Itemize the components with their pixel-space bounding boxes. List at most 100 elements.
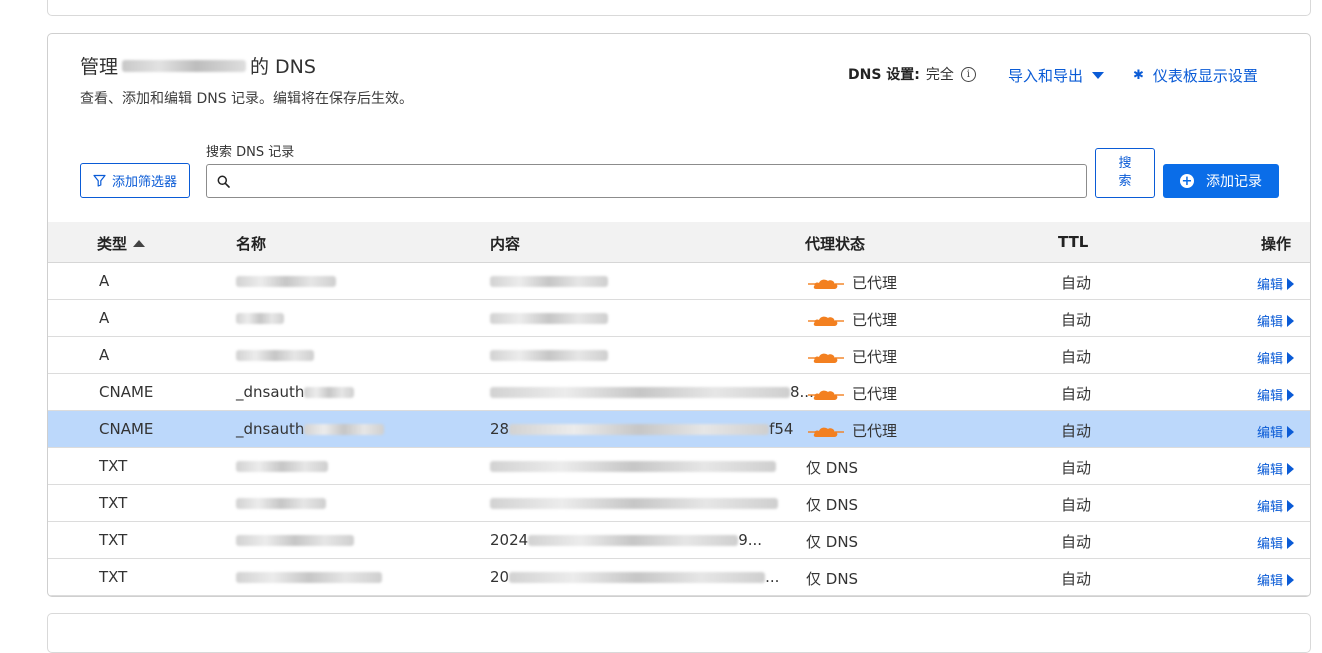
proxy-status: 已代理: [808, 383, 897, 404]
record-ttl: 自动: [1061, 533, 1092, 551]
page-subtitle: 查看、添加和编辑 DNS 记录。编辑将在保存后生效。: [80, 91, 414, 107]
cloud-proxied-icon: [808, 390, 844, 400]
redacted-content: [490, 498, 778, 509]
record-name: [236, 531, 354, 549]
record-content: [490, 309, 608, 327]
record-name: [236, 346, 314, 364]
col-actions-header: 操作: [1261, 235, 1292, 253]
table-row[interactable]: CNAME _dnsauth 28 f54 已代理 自动 编辑: [48, 411, 1310, 448]
redacted-content: [509, 424, 770, 435]
proxy-status: 已代理: [808, 272, 897, 293]
record-name: [236, 494, 326, 512]
add-filter-button[interactable]: 添加筛选器: [80, 163, 190, 198]
record-content-text: 20: [490, 568, 510, 586]
col-type-label: 类型: [97, 235, 128, 253]
edit-label: 编辑: [1257, 352, 1284, 367]
record-name: [236, 568, 382, 586]
table-row[interactable]: TXT 2024 9... 仅 DNS 自动 编辑: [48, 522, 1310, 559]
edit-button[interactable]: 编辑: [1257, 311, 1295, 330]
proxy-status: 仅 DNS: [806, 494, 858, 515]
import-export-label: 导入和导出: [1008, 67, 1084, 85]
redacted-content: [509, 572, 766, 583]
sort-asc-icon: [133, 240, 146, 247]
add-record-button[interactable]: + 添加记录: [1163, 164, 1279, 198]
next-card: [47, 613, 1311, 653]
edit-label: 编辑: [1257, 500, 1284, 515]
chevron-right-icon: [1287, 462, 1295, 475]
redacted-content: [490, 350, 608, 361]
search-field[interactable]: [206, 164, 1087, 198]
table-row[interactable]: TXT 仅 DNS 自动 编辑: [48, 448, 1310, 485]
edit-button[interactable]: 编辑: [1257, 496, 1295, 515]
table-row[interactable]: A 已代理 自动 编辑: [48, 300, 1310, 337]
edit-button[interactable]: 编辑: [1257, 348, 1295, 367]
chevron-right-icon: [1287, 351, 1295, 364]
edit-button[interactable]: 编辑: [1257, 459, 1295, 478]
chevron-right-icon: [1287, 536, 1295, 549]
search-button[interactable]: 搜 索: [1095, 148, 1155, 198]
edit-label: 编辑: [1257, 537, 1284, 552]
record-content: [490, 494, 778, 512]
search-icon: [217, 175, 230, 188]
chevron-right-icon: [1287, 388, 1295, 401]
search-input[interactable]: [236, 166, 1086, 196]
gear-icon: ✱: [1133, 68, 1144, 83]
proxy-status-label: 仅 DNS: [806, 496, 859, 514]
record-type: A: [99, 272, 110, 290]
edit-button[interactable]: 编辑: [1257, 385, 1295, 404]
redacted-content: [528, 535, 739, 546]
filter-icon: [93, 174, 106, 187]
edit-button[interactable]: 编辑: [1257, 274, 1295, 293]
record-content: [490, 346, 608, 364]
table-row[interactable]: CNAME _dnsauth 8... 已代理 自动 编辑: [48, 374, 1310, 411]
proxy-status: 已代理: [808, 309, 897, 330]
record-ttl: 自动: [1061, 311, 1092, 329]
dashboard-display-settings-link[interactable]: ✱ 仪表板显示设置: [1133, 65, 1258, 86]
record-name-text: _dnsauth: [236, 420, 305, 438]
table-row[interactable]: TXT 仅 DNS 自动 编辑: [48, 485, 1310, 522]
proxy-status: 已代理: [808, 420, 897, 441]
previous-card: [47, 0, 1311, 16]
edit-button[interactable]: 编辑: [1257, 570, 1295, 589]
proxy-status: 仅 DNS: [806, 457, 858, 478]
record-content: 20...: [490, 568, 779, 586]
redacted-name: [236, 276, 336, 287]
cloud-proxied-icon: [808, 279, 844, 289]
record-type: A: [99, 346, 110, 364]
col-ttl-header: TTL: [1058, 233, 1089, 251]
record-ttl: 自动: [1061, 570, 1092, 588]
edit-button[interactable]: 编辑: [1257, 422, 1295, 441]
info-icon[interactable]: i: [960, 66, 976, 82]
record-name-text: _dnsauth: [236, 383, 305, 401]
edit-label: 编辑: [1257, 574, 1284, 589]
proxy-status-label: 仅 DNS: [806, 570, 859, 588]
redacted-name: [236, 572, 382, 583]
redacted-domain: [122, 59, 247, 72]
edit-button[interactable]: 编辑: [1257, 533, 1295, 552]
record-content-tail: 9...: [738, 531, 763, 549]
add-record-label: 添加记录: [1206, 174, 1262, 190]
add-filter-label: 添加筛选器: [111, 175, 177, 190]
table-row[interactable]: TXT 20... 仅 DNS 自动 编辑: [48, 559, 1310, 596]
plus-icon: +: [1180, 173, 1194, 189]
record-type: A: [99, 309, 110, 327]
col-proxy-header: 代理状态: [805, 235, 866, 253]
chevron-right-icon: [1287, 425, 1295, 438]
col-type-header[interactable]: 类型: [97, 233, 146, 254]
chevron-down-icon: [1092, 72, 1105, 79]
dns-setting: DNS 设置: 完全 i: [848, 64, 976, 84]
record-ttl: 自动: [1061, 348, 1092, 366]
table-row[interactable]: A 已代理 自动 编辑: [48, 263, 1310, 300]
cloud-proxied-icon: [808, 427, 844, 437]
redacted-name: [236, 535, 354, 546]
proxy-status-label: 已代理: [852, 311, 898, 329]
edit-label: 编辑: [1257, 389, 1284, 404]
title-suffix: 的 DNS: [250, 56, 316, 78]
record-ttl: 自动: [1061, 422, 1092, 440]
record-name: [236, 272, 336, 290]
import-export-dropdown[interactable]: 导入和导出: [1008, 65, 1105, 86]
table-row[interactable]: A 已代理 自动 编辑: [48, 337, 1310, 374]
chevron-right-icon: [1287, 277, 1295, 290]
record-content: [490, 272, 608, 290]
search-label: 搜索 DNS 记录: [206, 145, 295, 160]
